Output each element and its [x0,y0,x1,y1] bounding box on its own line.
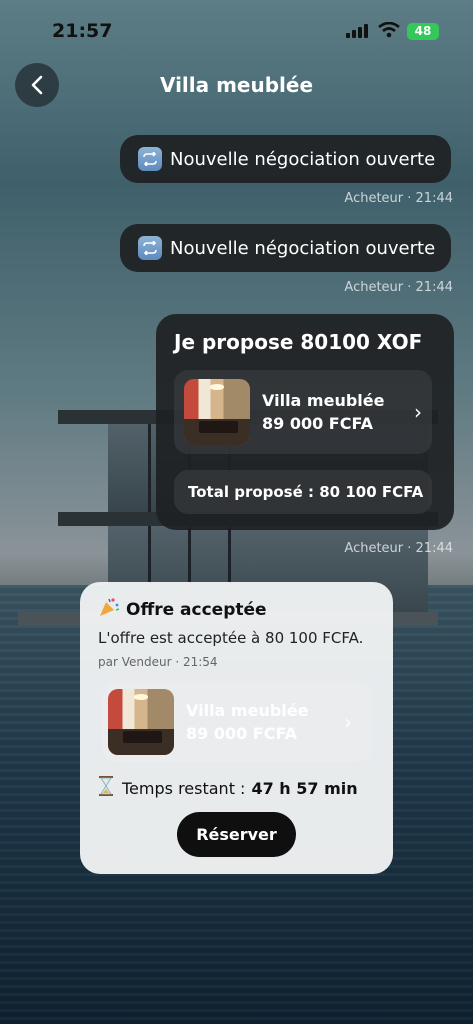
accepted-meta: par Vendeur · 21:54 [98,655,218,669]
message-text: Nouvelle négociation ouverte [170,237,436,259]
total-proposed: Total proposé : 80 100 FCFA [174,470,432,514]
battery-icon: 48 [407,23,439,40]
status-bar: 21:57 48 [0,0,473,60]
accepted-message: L'offre est acceptée à 80 100 FCFA. [98,629,364,647]
product-thumbnail [108,689,174,755]
product-price: 89 000 FCFA [262,414,373,433]
signal-icon [346,24,368,38]
message-bubble: Nouvelle négociation ouverte [120,135,452,183]
product-name: Villa meublée [262,391,385,410]
message-text: Nouvelle négociation ouverte [170,148,436,170]
product-link[interactable]: Villa meublée 89 000 FCFA › [174,370,432,454]
product-name: Villa meublée [186,701,309,720]
timer-value: 47 h 57 min [251,778,358,798]
message-meta: Acheteur · 21:44 [344,280,453,295]
message-meta: Acheteur · 21:44 [344,191,453,206]
product-price: 89 000 FCFA [186,724,297,743]
reserve-button[interactable]: Réserver [177,812,296,857]
time-remaining: Temps restant : 47 h 57 min [98,776,358,800]
page-title: Villa meublée [159,73,314,97]
chevron-right-icon: › [344,710,352,734]
timer-label: Temps restant : [122,778,246,798]
hourglass-icon [98,776,114,800]
repeat-icon [138,147,162,171]
accepted-title: Offre acceptée [126,599,267,620]
party-popper-icon [98,596,120,623]
status-time: 21:57 [52,20,113,42]
wifi-icon [378,21,400,42]
accepted-product-link[interactable]: Villa meublée 89 000 FCFA › [102,682,372,762]
header: Villa meublée [0,63,473,111]
offer-title: Je propose 80100 XOF [174,330,423,354]
message-bubble: Nouvelle négociation ouverte [120,224,452,272]
accepted-offer-card: Offre acceptée L'offre est acceptée à 80… [80,582,393,874]
repeat-icon [138,236,162,260]
product-thumbnail [184,379,250,445]
offer-card: Je propose 80100 XOF Villa meublée 89 00… [156,314,454,530]
chevron-right-icon: › [414,400,422,424]
message-meta: Acheteur · 21:44 [344,541,453,556]
